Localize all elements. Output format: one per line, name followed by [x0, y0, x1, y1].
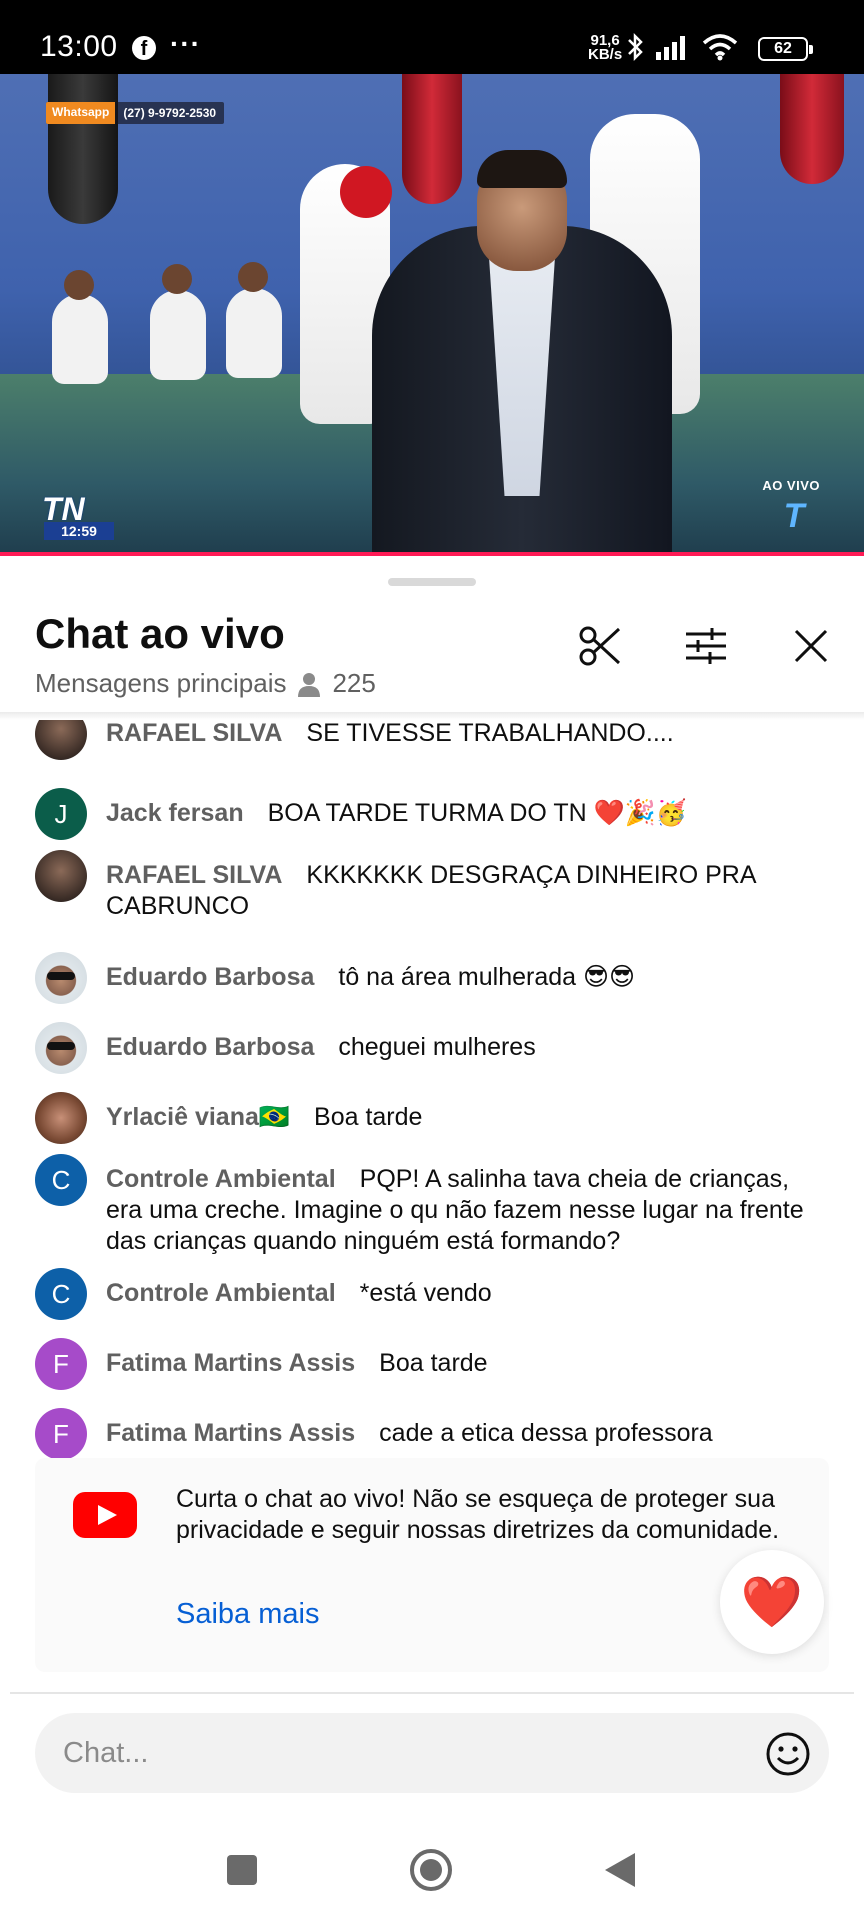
network-speed-unit: KB/s: [588, 46, 623, 63]
home-icon: [410, 1849, 452, 1891]
punching-bag: [48, 74, 118, 224]
video-player[interactable]: Whatsapp (27) 9-9792-2530 TN 12:59 AO VI…: [0, 74, 864, 556]
message-text: tô na área mulherada 😎😎: [338, 963, 636, 991]
close-icon: [794, 629, 828, 663]
clip-button[interactable]: [572, 618, 628, 674]
close-chat-button[interactable]: [783, 618, 839, 674]
video-kid-head: [162, 264, 192, 294]
facebook-icon: f: [132, 36, 156, 60]
chat-message[interactable]: RAFAEL SILVA SE TIVESSE TRABALHANDO....: [0, 720, 864, 749]
system-nav-bar: [0, 1820, 864, 1920]
whatsapp-number: (27) 9-9792-2530: [123, 106, 217, 120]
chat-message[interactable]: Yrlaciê viana🇧🇷 Boa tarde: [0, 1102, 864, 1133]
bluetooth-icon: [628, 32, 643, 62]
chat-message[interactable]: RAFAEL SILVA KKKKKKK DESGRAÇA DINHEIRO PR…: [0, 860, 864, 922]
video-kid-head: [238, 262, 268, 292]
viewers-icon: [298, 672, 321, 697]
chat-message[interactable]: Fatima Martins Assis cade a etica dessa p…: [0, 1418, 864, 1449]
broadcaster-logo-icon: T: [783, 497, 805, 535]
whatsapp-banner: Whatsapp (27) 9-9792-2530: [46, 102, 225, 124]
chat-notice-card: Curta o chat ao vivo! Não se esqueça de …: [35, 1458, 829, 1672]
reaction-heart-button[interactable]: ❤️: [720, 1550, 824, 1654]
message-author[interactable]: Fatima Martins Assis: [106, 1349, 355, 1377]
message-author[interactable]: Yrlaciê viana🇧🇷: [106, 1103, 290, 1131]
presenter-hair: [477, 150, 567, 188]
message-author[interactable]: Fatima Martins Assis: [106, 1419, 355, 1447]
chat-message[interactable]: Controle Ambiental *está vendo: [0, 1278, 864, 1309]
message-text: cade a etica dessa professora: [379, 1419, 713, 1447]
message-text: BOA TARDE TURMA DO TN ❤️🎉🥳: [267, 799, 687, 827]
chat-message[interactable]: Eduardo Barbosa cheguei mulheres: [0, 1032, 864, 1063]
channel-logo-text: TN: [42, 491, 85, 527]
status-time: 13:00: [40, 30, 118, 63]
emoji-button[interactable]: [764, 1730, 812, 1778]
video-progress-bar[interactable]: [0, 552, 864, 556]
video-presenter: [372, 150, 672, 556]
battery-icon: 62: [758, 37, 813, 61]
video-kid-head: [64, 270, 94, 300]
home-button[interactable]: [401, 1840, 461, 1900]
back-icon: [605, 1853, 635, 1887]
chat-mode-label: Mensagens principais: [35, 668, 287, 698]
viewer-count: 225: [332, 668, 376, 698]
emoji-icon: [766, 1732, 810, 1776]
message-text: Boa tarde: [314, 1103, 423, 1131]
message-author[interactable]: Jack fersan: [106, 799, 244, 827]
message-author[interactable]: RAFAEL SILVA: [106, 720, 282, 747]
back-button[interactable]: [590, 1840, 650, 1900]
input-divider: [10, 1692, 854, 1694]
message-text: Boa tarde: [379, 1349, 488, 1377]
chat-settings-button[interactable]: [678, 618, 734, 674]
more-notifications-icon: ···: [170, 28, 201, 59]
message-text: cheguei mulheres: [338, 1033, 536, 1061]
chat-input[interactable]: [35, 1713, 829, 1793]
chat-subtitle: Mensagens principais 225: [35, 668, 376, 699]
drag-handle[interactable]: [388, 578, 476, 586]
youtube-logo-icon: [73, 1492, 137, 1538]
chat-message[interactable]: Jack fersan BOA TARDE TURMA DO TN ❤️🎉🥳: [0, 798, 864, 829]
message-author[interactable]: RAFAEL SILVA: [106, 861, 282, 889]
recents-button[interactable]: [212, 1840, 272, 1900]
video-kid: [52, 294, 108, 384]
chat-message[interactable]: Fatima Martins Assis Boa tarde: [0, 1348, 864, 1379]
chat-message[interactable]: Eduardo Barbosa tô na área mulherada 😎😎: [0, 962, 864, 993]
signal-icon: [656, 36, 685, 60]
chat-notice-text: Curta o chat ao vivo! Não se esqueça de …: [176, 1485, 780, 1544]
message-text: *está vendo: [359, 1279, 492, 1307]
punching-bag: [780, 74, 844, 184]
wifi-icon: [702, 34, 738, 61]
recents-icon: [227, 1855, 257, 1885]
whatsapp-label: Whatsapp: [46, 102, 116, 124]
sliders-icon: [686, 628, 726, 664]
video-kid: [226, 288, 282, 378]
message-author[interactable]: Controle Ambiental: [106, 1279, 336, 1307]
scissors-icon: [579, 626, 621, 666]
heart-icon: ❤️: [740, 1574, 804, 1630]
message-author[interactable]: Eduardo Barbosa: [106, 963, 314, 991]
channel-logo: TN 12:59: [42, 491, 114, 540]
chat-title: Chat ao vivo: [35, 610, 285, 657]
message-author[interactable]: Eduardo Barbosa: [106, 1033, 314, 1061]
chat-message[interactable]: Controle Ambiental PQP! A salinha tava ch…: [0, 1164, 864, 1257]
video-clock: 12:59: [44, 522, 114, 540]
live-label: AO VIVO: [762, 478, 820, 493]
status-icons: [626, 32, 738, 62]
video-kid: [150, 290, 206, 380]
message-author[interactable]: Controle Ambiental: [106, 1165, 336, 1193]
header-divider: [0, 712, 864, 720]
learn-more-link[interactable]: Saiba mais: [176, 1598, 319, 1631]
live-chat-panel: Chat ao vivo Mensagens principais 225 RA…: [0, 560, 864, 1920]
network-speed: 91,6 KB/s: [588, 33, 623, 63]
message-text: SE TIVESSE TRABALHANDO....: [306, 720, 674, 747]
status-bar: 13:00 f ··· 91,6 KB/s 62: [0, 0, 864, 74]
